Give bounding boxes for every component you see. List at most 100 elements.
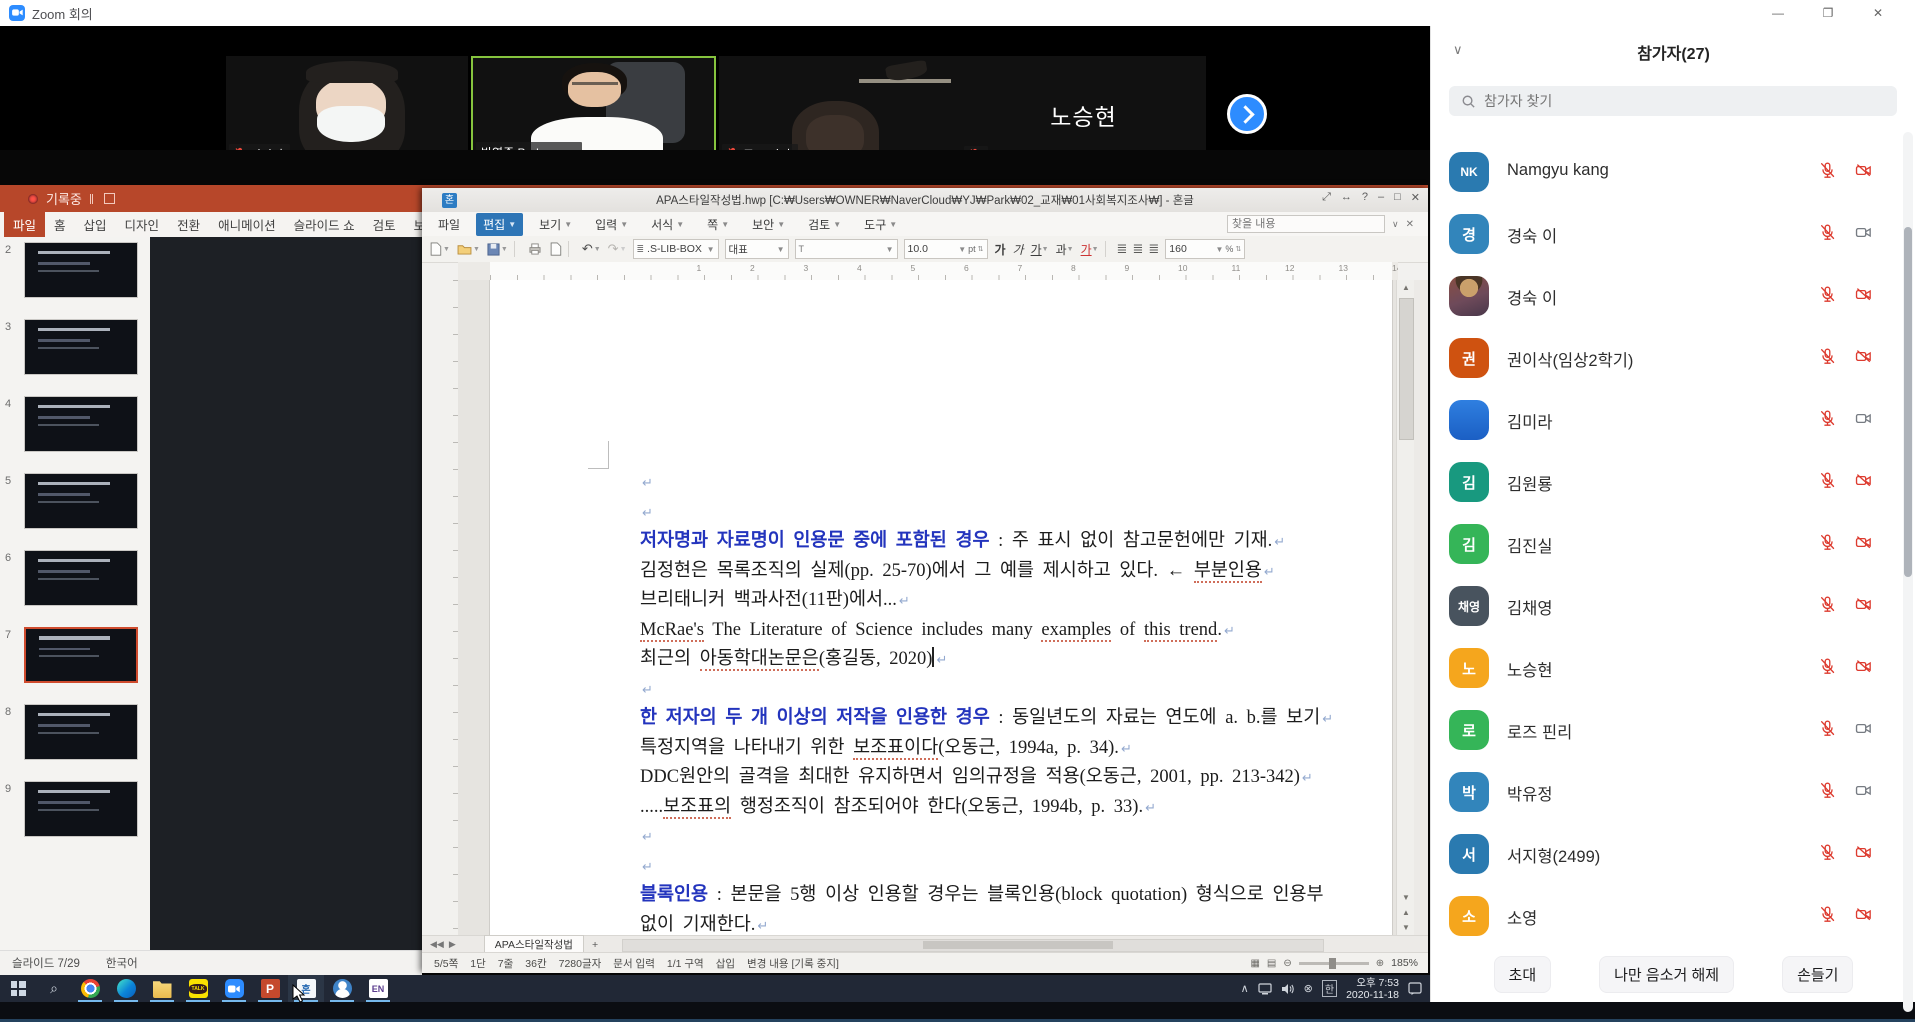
format-button[interactable]: 과 bbox=[1056, 241, 1067, 258]
next-page-button[interactable] bbox=[1227, 94, 1267, 134]
participant-search[interactable] bbox=[1449, 86, 1897, 116]
ribbon-tab-파일[interactable]: 파일 bbox=[4, 212, 45, 238]
video-on-icon[interactable] bbox=[1853, 223, 1874, 247]
participant-row[interactable]: 채영김채영 bbox=[1431, 575, 1915, 637]
ribbon-tab-전환[interactable]: 전환 bbox=[168, 212, 209, 238]
slide-thumbnail[interactable] bbox=[24, 396, 138, 452]
taskbar-start-icon[interactable] bbox=[0, 975, 36, 1002]
add-tab-button[interactable]: + bbox=[592, 939, 598, 951]
slide-thumbnail-row[interactable]: 4 bbox=[0, 394, 150, 456]
taskbar-contacts-icon[interactable] bbox=[324, 975, 360, 1002]
style-combo[interactable]: ≣.S-LIB-BOX▼ bbox=[633, 239, 719, 259]
format-button[interactable]: 가 bbox=[1081, 241, 1092, 258]
participant-row[interactable]: 권권이삭(임상2학기) bbox=[1431, 327, 1915, 389]
video-off-icon[interactable] bbox=[1853, 161, 1874, 185]
taskbar-powerpoint-icon[interactable]: P bbox=[252, 975, 288, 1002]
document-text[interactable]: ↵↵저자명과 자료명이 인용문 중에 포함된 경우 : 주 표시 없이 참고문헌… bbox=[640, 468, 1388, 935]
slide-thumbnail[interactable] bbox=[24, 242, 138, 298]
slide-thumbnail[interactable] bbox=[24, 781, 138, 837]
format-button[interactable]: 가 bbox=[1013, 241, 1024, 258]
taskbar-zoom-icon[interactable] bbox=[216, 975, 252, 1002]
horizontal-scrollbar-thumb[interactable] bbox=[923, 941, 1113, 949]
slide-thumbnail-row[interactable]: 6 bbox=[0, 548, 150, 610]
scroll-down-icon[interactable]: ▼ bbox=[1397, 890, 1415, 905]
align-button[interactable]: ≣ bbox=[1132, 241, 1143, 257]
taskbar-endnote-icon[interactable]: EN bbox=[360, 975, 396, 1002]
mic-muted-icon[interactable] bbox=[1818, 347, 1837, 371]
ribbon-tab-슬라이드 쇼[interactable]: 슬라이드 쇼 bbox=[285, 212, 364, 238]
participant-row[interactable]: 노노승현 bbox=[1431, 637, 1915, 699]
participant-row[interactable]: 소소영 bbox=[1431, 885, 1915, 947]
format-button[interactable]: 가 bbox=[995, 241, 1006, 258]
hwp-control-?[interactable]: ? bbox=[1362, 191, 1368, 204]
menu-검토[interactable]: 검토▼ bbox=[801, 213, 848, 236]
page-down-icon[interactable]: ▼ bbox=[1397, 920, 1415, 935]
hwp-control-–[interactable]: – bbox=[1378, 191, 1384, 204]
mic-muted-icon[interactable] bbox=[1818, 719, 1837, 743]
view-mode-icon[interactable]: ▤ bbox=[1267, 958, 1276, 969]
video-off-icon[interactable] bbox=[1853, 657, 1874, 681]
bluetooth-icon[interactable]: ⊗ bbox=[1304, 982, 1313, 995]
document-page[interactable]: ↵↵저자명과 자료명이 인용문 중에 포함된 경우 : 주 표시 없이 참고문헌… bbox=[490, 280, 1392, 935]
clock[interactable]: 오후 7:532020-11-18 bbox=[1346, 977, 1399, 1001]
ribbon-tab-검토[interactable]: 검토 bbox=[364, 212, 405, 238]
video-off-icon[interactable] bbox=[1853, 471, 1874, 495]
tab-scroll-right-icon[interactable]: ▶ bbox=[449, 939, 456, 950]
align-button[interactable]: ≣ bbox=[1148, 241, 1159, 257]
format-button[interactable]: 가 bbox=[1031, 241, 1042, 258]
slide-thumbnail-row[interactable]: 9 bbox=[0, 779, 150, 841]
mic-muted-icon[interactable] bbox=[1818, 781, 1837, 805]
video-on-icon[interactable] bbox=[1853, 409, 1874, 433]
taskbar-kakaotalk-icon[interactable]: TALK bbox=[180, 975, 216, 1002]
ime-indicator[interactable]: 한 bbox=[1322, 980, 1337, 997]
search-input[interactable] bbox=[1482, 92, 1866, 110]
minimize-button[interactable]: — bbox=[1753, 0, 1803, 26]
menu-쪽[interactable]: 쪽▼ bbox=[700, 213, 736, 236]
participant-row[interactable]: 김김원룡 bbox=[1431, 451, 1915, 513]
mic-muted-icon[interactable] bbox=[1818, 161, 1837, 185]
redo-button[interactable]: ↷▼ bbox=[608, 241, 627, 257]
slide-thumbnail-row[interactable]: 3 bbox=[0, 317, 150, 379]
menu-서식[interactable]: 서식▼ bbox=[644, 213, 691, 236]
maximize-button[interactable]: ❐ bbox=[1803, 0, 1853, 26]
horizontal-scrollbar[interactable] bbox=[622, 939, 1324, 952]
tab-scroll-left-icon[interactable]: ◀◀ bbox=[430, 939, 444, 950]
ribbon-tab-삽입[interactable]: 삽입 bbox=[75, 212, 116, 238]
view-mode-icon[interactable]: ▦ bbox=[1250, 958, 1259, 969]
footer-button-손들기[interactable]: 손들기 bbox=[1782, 956, 1853, 993]
menu-도구[interactable]: 도구▼ bbox=[857, 213, 904, 236]
font-size-combo[interactable]: 10.0▼pt⇅ bbox=[904, 239, 988, 259]
slide-thumbnail-row[interactable]: 2 bbox=[0, 240, 150, 302]
hwp-control-✕[interactable]: ✕ bbox=[1411, 191, 1420, 204]
find-expand-icon[interactable]: ∨ bbox=[1392, 219, 1399, 230]
video-off-icon[interactable] bbox=[1853, 843, 1874, 867]
line-spacing-combo[interactable]: 160▼%⇅ bbox=[1165, 239, 1245, 259]
taskbar-search-icon[interactable]: ⌕ bbox=[36, 975, 72, 1002]
dropdown-arrow-icon[interactable]: ▼ bbox=[1042, 246, 1049, 253]
menu-파일[interactable]: 파일 bbox=[431, 213, 467, 236]
zoom-out-icon[interactable]: ⊖ bbox=[1283, 958, 1291, 969]
menu-보안[interactable]: 보안▼ bbox=[745, 213, 792, 236]
zoom-slider[interactable] bbox=[1299, 962, 1369, 965]
page-up-icon[interactable]: ▲ bbox=[1397, 905, 1415, 920]
close-button[interactable]: ✕ bbox=[1853, 0, 1903, 26]
slide-thumbnail[interactable] bbox=[24, 704, 138, 760]
mic-muted-icon[interactable] bbox=[1818, 905, 1837, 929]
participant-row[interactable]: 경숙 이 bbox=[1431, 265, 1915, 327]
slide-thumbnail-row[interactable]: 7 bbox=[0, 625, 150, 687]
slide-thumbnail[interactable] bbox=[24, 319, 138, 375]
dropdown-arrow-icon[interactable]: ▼ bbox=[1092, 246, 1099, 253]
stop-recording-icon[interactable] bbox=[104, 193, 115, 204]
hwp-vertical-scrollbar[interactable]: ▲ ▼ ▲ ▼ bbox=[1396, 280, 1415, 935]
taskbar-explorer-icon[interactable] bbox=[144, 975, 180, 1002]
participants-scrollbar-thumb[interactable] bbox=[1904, 227, 1912, 577]
find-close-icon[interactable]: ✕ bbox=[1406, 219, 1414, 230]
ribbon-tab-디자인[interactable]: 디자인 bbox=[116, 212, 169, 238]
hwp-control-□[interactable]: □ bbox=[1394, 191, 1401, 204]
participant-row[interactable]: 박박유정 bbox=[1431, 761, 1915, 823]
font-combo[interactable]: T▼ bbox=[795, 239, 898, 259]
notification-icon[interactable] bbox=[1408, 982, 1422, 995]
participants-scrollbar[interactable] bbox=[1903, 132, 1913, 1012]
mic-muted-icon[interactable] bbox=[1818, 409, 1837, 433]
slide-thumbnail-row[interactable]: 8 bbox=[0, 702, 150, 764]
